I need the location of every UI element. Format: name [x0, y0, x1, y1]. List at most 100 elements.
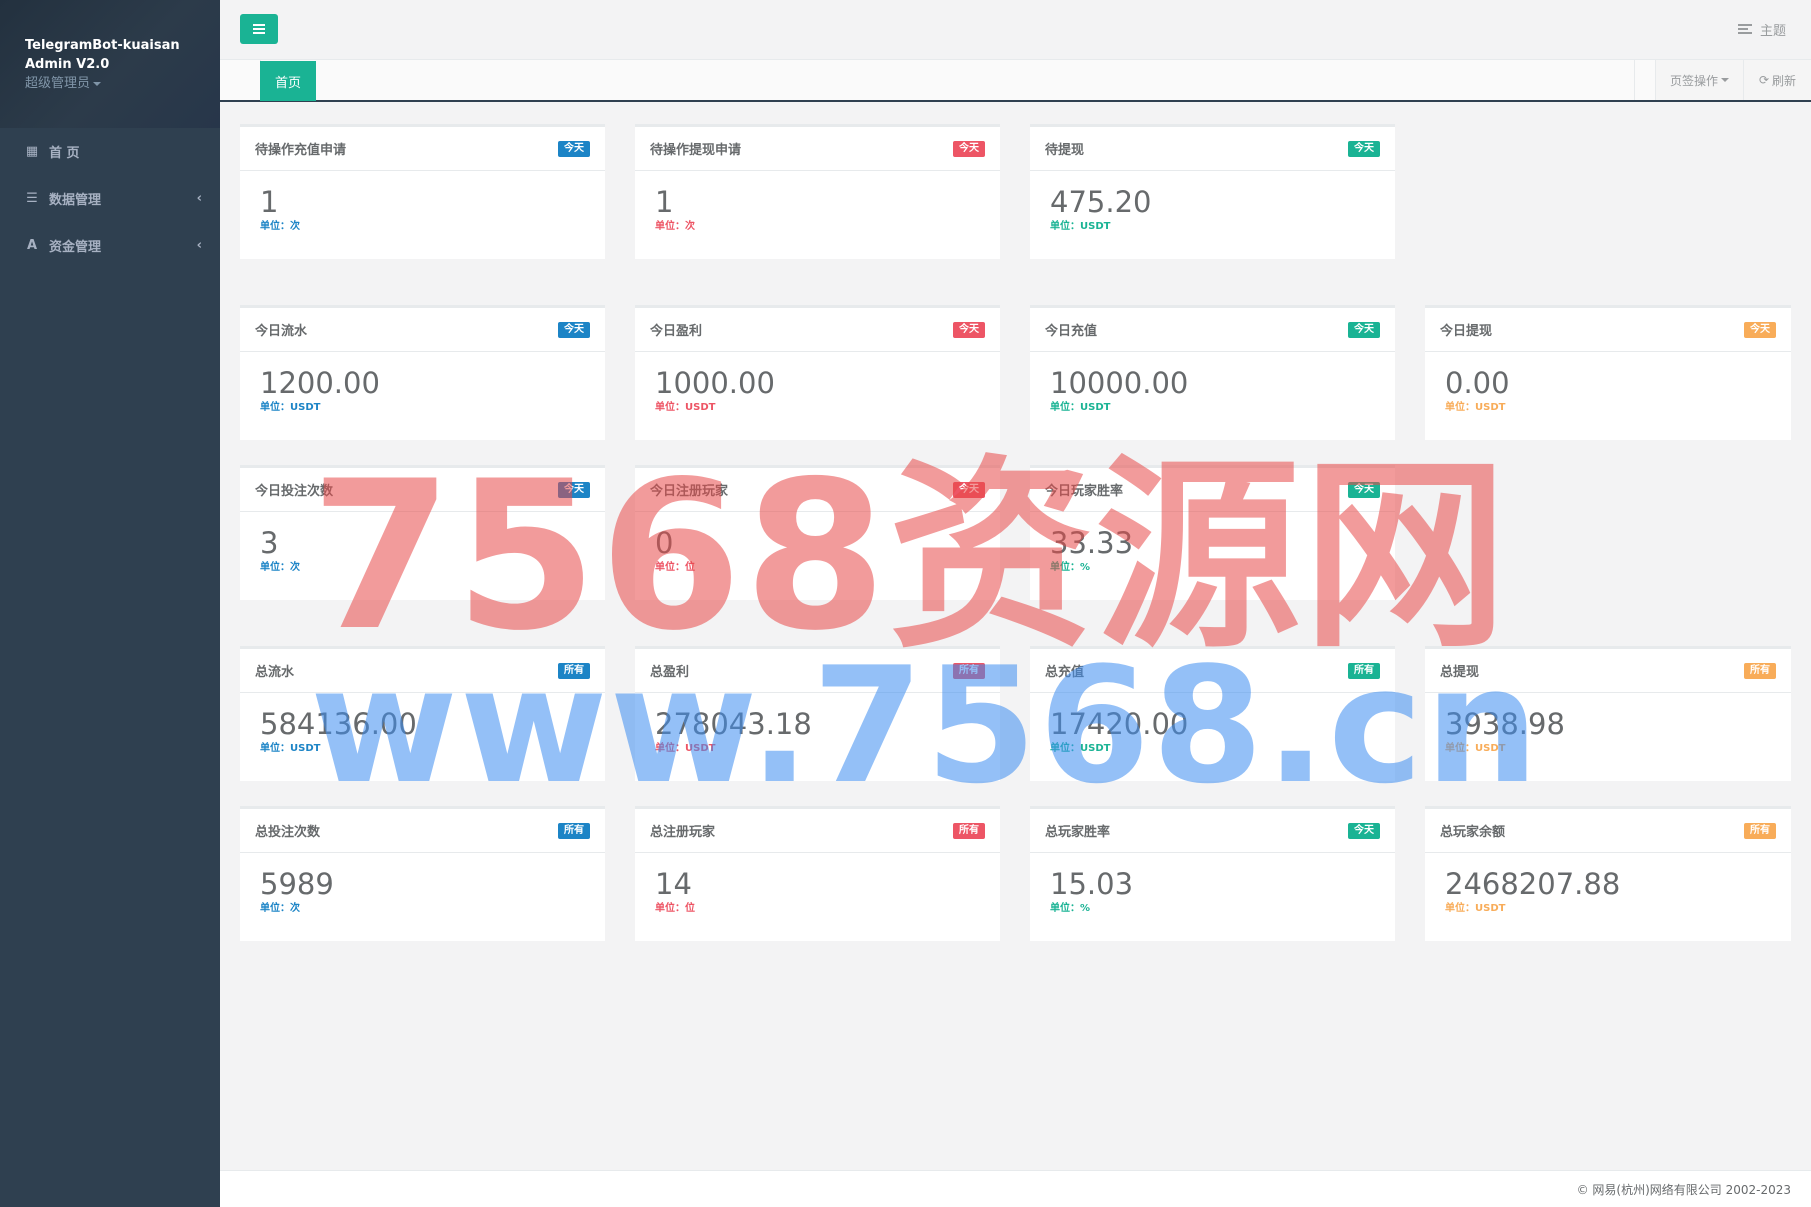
card-unit: 单位：位	[655, 562, 695, 573]
chevron-left-icon: ‹	[196, 191, 202, 206]
card-badge: 今天	[1744, 321, 1776, 338]
refresh-button[interactable]: ⟳ 刷新	[1743, 60, 1811, 100]
tab-divider	[1634, 60, 1635, 100]
card-unit: 单位：USDT	[1445, 402, 1506, 413]
card-pending-withdraw-request: 待操作提现申请 今天 1 单位：次	[635, 124, 1000, 259]
card-unit: 单位：USDT	[1445, 903, 1506, 914]
card-badge: 所有	[953, 822, 985, 839]
card-title: 待提现	[1045, 143, 1085, 158]
dashboard-grid-icon: ▦	[25, 144, 39, 159]
card-title: 总投注次数	[255, 825, 321, 840]
card-unit: 单位：%	[1050, 562, 1091, 573]
card-badge: 今天	[953, 140, 985, 157]
card-value: 1200.00	[260, 366, 380, 400]
card-total-bets: 总投注次数 所有 5989 单位：次	[240, 806, 605, 941]
sidebar-item-fund-management[interactable]: A 资金管理 ‹	[0, 222, 220, 269]
card-title: 今日盈利	[650, 324, 703, 339]
caret-down-icon	[93, 81, 102, 86]
card-unit: 单位：次	[260, 221, 300, 232]
card-pending-withdraw: 待提现 今天 475.20 单位：USDT	[1030, 124, 1395, 259]
footer: © 网易(杭州)网络有限公司 2002-2023	[220, 1170, 1811, 1207]
card-title: 总流水	[255, 665, 295, 680]
card-title: 今日注册玩家	[650, 484, 729, 499]
card-value: 10000.00	[1050, 366, 1189, 400]
sidebar-item-label: 数据管理	[49, 193, 102, 208]
card-total-winrate: 总玩家胜率 今天 15.03 单位：%	[1030, 806, 1395, 941]
sidebar-nav: ▦ 首 页 ☰ 数据管理 ‹ A 资金管理 ‹	[0, 128, 220, 269]
card-today-withdraw: 今日提现 今天 0.00 单位：USDT	[1425, 305, 1791, 440]
sidebar-item-home[interactable]: ▦ 首 页	[0, 128, 220, 175]
tab-operations-dropdown[interactable]: 页签操作	[1655, 60, 1743, 100]
card-title: 今日玩家胜率	[1045, 484, 1124, 499]
card-today-profit: 今日盈利 今天 1000.00 单位：USDT	[635, 305, 1000, 440]
card-unit: 单位：位	[655, 903, 695, 914]
card-value: 14	[655, 867, 692, 901]
card-unit: 单位：USDT	[1050, 743, 1111, 754]
card-value: 2468207.88	[1445, 867, 1621, 901]
card-badge: 所有	[953, 662, 985, 679]
card-unit: 单位：次	[655, 221, 695, 232]
card-title: 今日充值	[1045, 324, 1098, 339]
sidebar-item-label: 首 页	[49, 146, 80, 161]
tab-operations-label: 页签操作	[1669, 73, 1718, 88]
card-today-registered: 今日注册玩家 今天 0 单位：位	[635, 465, 1000, 600]
card-unit: 单位：USDT	[260, 402, 321, 413]
font-a-icon: A	[26, 238, 38, 253]
card-badge: 今天	[558, 140, 590, 157]
card-total-withdraw: 总提现 所有 3938.98 单位：USDT	[1425, 646, 1791, 781]
card-unit: 单位：USDT	[1050, 221, 1111, 232]
sidebar-header: TelegramBot-kuaisan Admin V2.0 超级管理员	[0, 0, 220, 128]
card-unit: 单位：USDT	[260, 743, 321, 754]
card-value: 3	[260, 526, 279, 560]
app-title-line2: Admin V2.0	[25, 57, 110, 72]
card-badge: 所有	[1744, 822, 1776, 839]
theme-label: 主题	[1759, 24, 1786, 39]
card-title: 总玩家胜率	[1045, 825, 1111, 840]
card-badge: 今天	[1348, 481, 1380, 498]
card-title: 总盈利	[650, 665, 690, 680]
card-badge: 今天	[953, 321, 985, 338]
card-today-winrate: 今日玩家胜率 今天 33.33 单位：%	[1030, 465, 1395, 600]
top-header: 主题	[220, 0, 1811, 60]
tab-home[interactable]: 首页	[260, 61, 316, 101]
menu-toggle-button[interactable]	[240, 14, 278, 44]
card-badge: 今天	[1348, 140, 1380, 157]
card-today-bets: 今日投注次数 今天 3 单位：次	[240, 465, 605, 600]
card-unit: 单位：%	[1050, 903, 1091, 914]
card-today-flow: 今日流水 今天 1200.00 单位：USDT	[240, 305, 605, 440]
card-badge: 今天	[558, 481, 590, 498]
card-badge: 所有	[1348, 662, 1380, 679]
card-value: 1	[655, 185, 674, 219]
card-value: 0	[655, 526, 674, 560]
card-title: 总玩家余额	[1440, 825, 1506, 840]
user-role-dropdown[interactable]: 超级管理员	[25, 74, 220, 93]
refresh-label: 刷新	[1772, 73, 1797, 88]
sidebar: TelegramBot-kuaisan Admin V2.0 超级管理员 ▦ 首…	[0, 0, 220, 1207]
card-title: 待操作充值申请	[255, 143, 347, 158]
card-unit: 单位：USDT	[655, 743, 716, 754]
refresh-icon: ⟳	[1758, 73, 1770, 87]
card-pending-recharge: 待操作充值申请 今天 1 单位：次	[240, 124, 605, 259]
card-unit: 单位：次	[260, 562, 300, 573]
copyright-text: © 网易(杭州)网络有限公司 2002-2023	[1576, 1182, 1791, 1197]
card-unit: 单位：次	[260, 903, 300, 914]
card-value: 278043.18	[655, 707, 812, 741]
card-value: 1	[260, 185, 279, 219]
card-value: 1000.00	[655, 366, 775, 400]
card-value: 33.33	[1050, 526, 1134, 560]
card-title: 今日流水	[255, 324, 308, 339]
card-value: 5989	[260, 867, 334, 901]
caret-down-icon	[1721, 78, 1729, 82]
theme-button[interactable]: 主题	[1737, 20, 1786, 39]
card-title: 待操作提现申请	[650, 143, 742, 158]
card-title: 总注册玩家	[650, 825, 716, 840]
card-total-flow: 总流水 所有 584136.00 单位：USDT	[240, 646, 605, 781]
sidebar-item-data-management[interactable]: ☰ 数据管理 ‹	[0, 175, 220, 222]
card-title: 总充值	[1045, 665, 1085, 680]
user-role-label: 超级管理员	[25, 76, 91, 91]
card-value: 475.20	[1050, 185, 1152, 219]
card-title: 今日投注次数	[255, 484, 334, 499]
card-value: 15.03	[1050, 867, 1134, 901]
card-total-recharge: 总充值 所有 17420.00 单位：USDT	[1030, 646, 1395, 781]
card-badge: 今天	[953, 481, 985, 498]
